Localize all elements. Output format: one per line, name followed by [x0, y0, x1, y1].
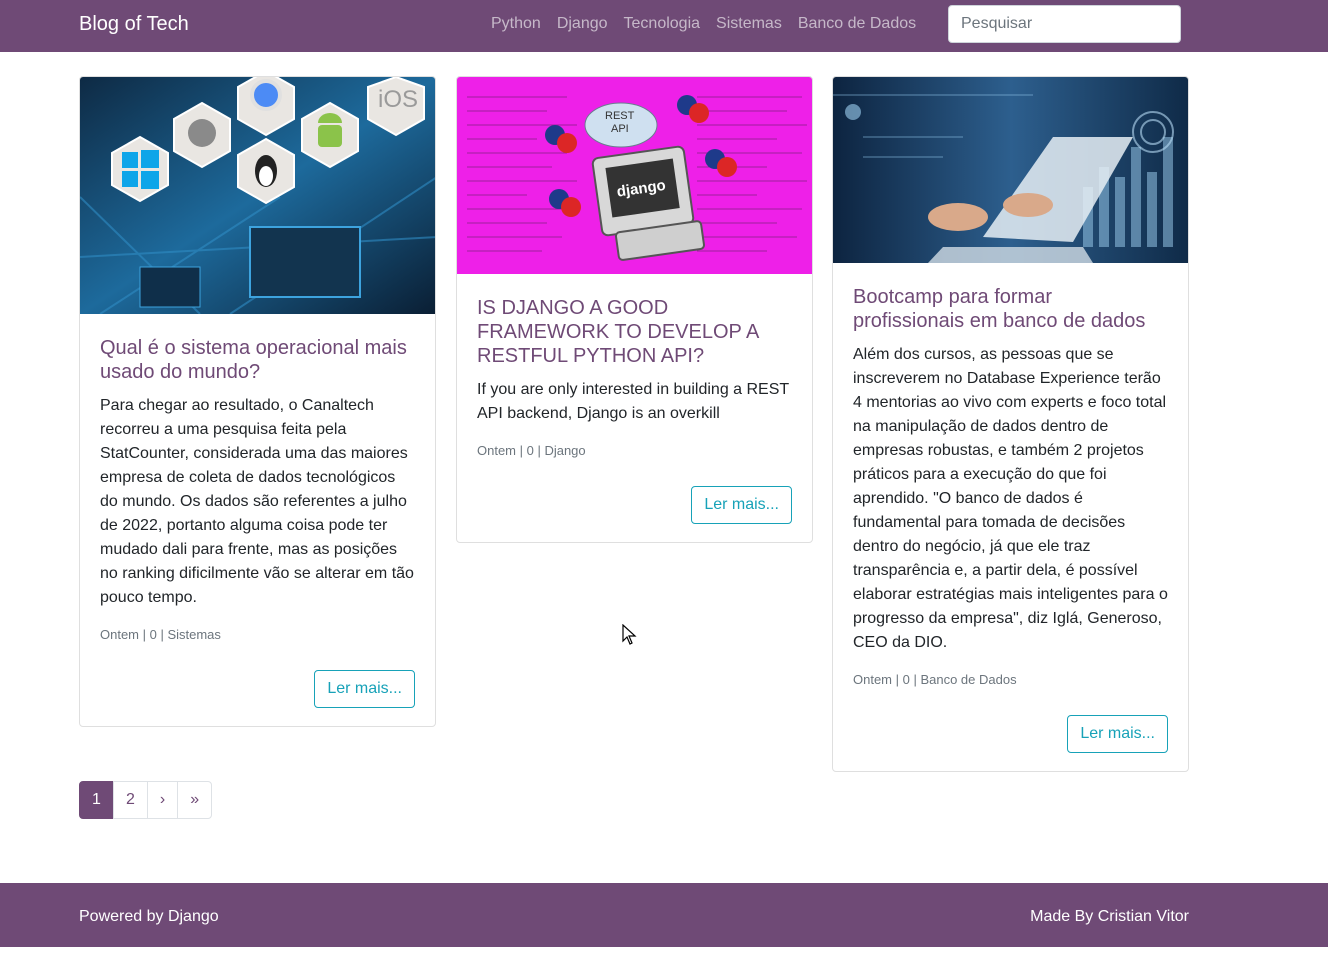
next-page-button[interactable]: › [146, 781, 179, 819]
nav-links: Python Django Tecnologia Sistemas Banco … [483, 14, 924, 34]
read-more-button-2[interactable]: Ler mais... [691, 486, 792, 524]
post-card-3: Bootcamp para formar profissionais em ba… [832, 76, 1189, 772]
navbar: Blog of Tech Python Django Tecnologia Si… [0, 0, 1328, 52]
page-2-button[interactable]: 2 [113, 781, 148, 819]
nav-link-banco-de-dados[interactable]: Banco de Dados [790, 14, 924, 34]
mouse-cursor-icon [622, 624, 637, 645]
nav-link-sistemas[interactable]: Sistemas [708, 14, 790, 34]
read-more-button-3[interactable]: Ler mais... [1067, 715, 1168, 753]
nav-link-python[interactable]: Python [483, 14, 549, 34]
post-excerpt-1: Para chegar ao resultado, o Canaltech re… [100, 397, 414, 606]
brand-link[interactable]: Blog of Tech [79, 12, 189, 36]
nav-link-tecnologia[interactable]: Tecnologia [616, 14, 709, 34]
read-more-button-1[interactable]: Ler mais... [314, 670, 415, 708]
user-icon [845, 104, 861, 120]
post-image-database[interactable] [833, 77, 1188, 263]
post-card-2: REST API django IS DJANGO A GOOD FRAMEWO… [456, 76, 813, 543]
post-excerpt-2: If you are only interested in building a… [477, 381, 789, 422]
post-meta-1: Ontem | 0 | Sistemas [100, 627, 221, 642]
post-card-1: iOS Qual é o sistema operacional mais us… [79, 76, 436, 727]
page-1-button[interactable]: 1 [79, 781, 114, 819]
post-title-2[interactable]: IS DJANGO A GOOD FRAMEWORK TO DEVELOP A … [477, 296, 792, 368]
footer-credits: Made By Cristian Vitor [1030, 908, 1189, 925]
svg-text:REST: REST [605, 110, 635, 122]
post-meta-3: Ontem | 0 | Banco de Dados [853, 672, 1017, 687]
svg-text:API: API [611, 123, 629, 135]
post-title-3[interactable]: Bootcamp para formar profissionais em ba… [853, 285, 1168, 333]
post-image-os[interactable]: iOS [80, 77, 435, 314]
footer-powered-by: Powered by Django [79, 908, 219, 925]
footer: Powered by Django Made By Cristian Vitor [0, 883, 1328, 947]
pagination: 1 2 › » [79, 781, 213, 819]
last-page-button[interactable]: » [177, 781, 213, 819]
post-meta-2: Ontem | 0 | Django [477, 443, 586, 458]
post-image-django[interactable]: REST API django [457, 77, 812, 274]
post-title-1[interactable]: Qual é o sistema operacional mais usado … [100, 336, 415, 384]
svg-text:iOS: iOS [378, 86, 418, 113]
nav-link-django[interactable]: Django [549, 14, 616, 34]
post-excerpt-3: Além dos cursos, as pessoas que se inscr… [853, 346, 1168, 651]
rest-api-cloud-icon: REST API [584, 102, 658, 148]
search-input[interactable] [948, 5, 1181, 43]
